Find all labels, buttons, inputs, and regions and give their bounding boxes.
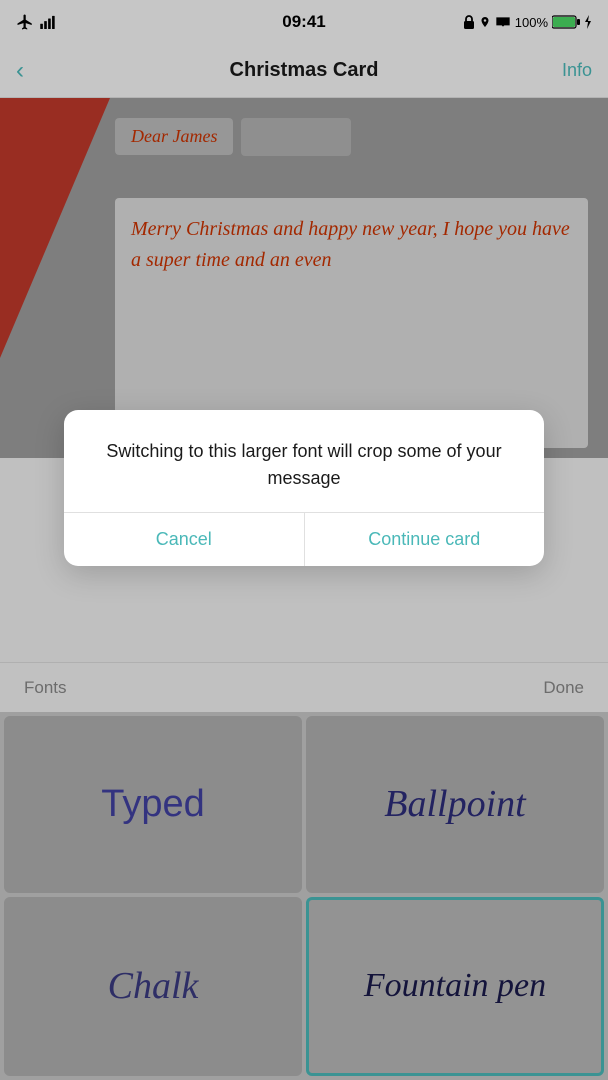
cancel-button[interactable]: Cancel	[64, 513, 305, 566]
font-crop-dialog: Switching to this larger font will crop …	[64, 410, 544, 566]
continue-card-button[interactable]: Continue card	[305, 513, 545, 566]
dialog-buttons: Cancel Continue card	[64, 512, 544, 566]
dialog-message-text: Switching to this larger font will crop …	[64, 410, 544, 512]
